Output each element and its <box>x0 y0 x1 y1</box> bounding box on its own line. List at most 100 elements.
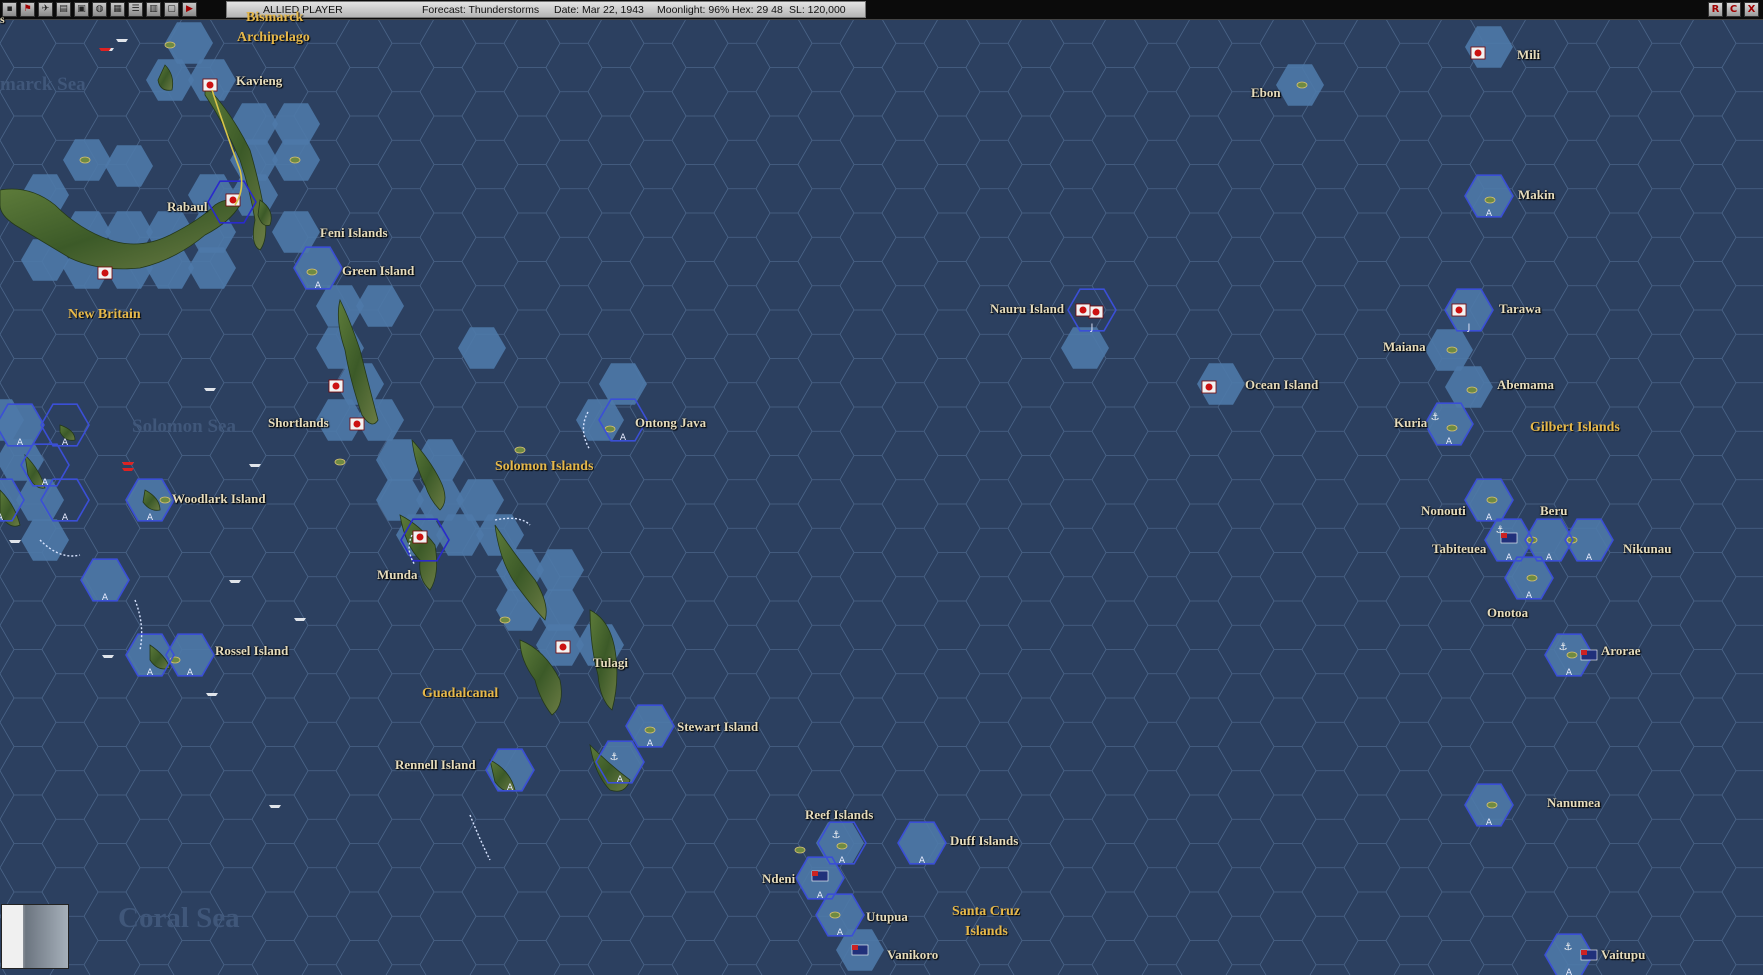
place-reef-islands[interactable]: Reef Islands <box>805 807 873 823</box>
sea-label-coral: Coral Sea <box>118 902 240 934</box>
hex-marker-label: A <box>1486 513 1493 523</box>
place-woodlark-island[interactable]: Woodlark Island <box>172 491 266 507</box>
ship-icon[interactable]: ⚑ <box>20 2 35 17</box>
ship-unit-icon[interactable] <box>204 388 216 391</box>
place-feni-islands[interactable]: Feni Islands <box>320 225 388 241</box>
place-vaitupu[interactable]: Vaitupu <box>1601 947 1645 963</box>
place-ocean-island[interactable]: Ocean Island <box>1245 377 1318 393</box>
restore-button[interactable]: R <box>1708 2 1723 17</box>
place-munda[interactable]: Munda <box>377 567 417 583</box>
place-mili[interactable]: Mili <box>1517 47 1540 63</box>
place-ebon[interactable]: Ebon <box>1251 85 1281 101</box>
japanese-base-marker[interactable] <box>328 379 344 393</box>
status-info-bar: ALLIED PLAYER Forecast: Thunderstorms Da… <box>226 1 866 18</box>
window-icon[interactable]: ▢ <box>164 2 179 17</box>
ship-unit-icon[interactable] <box>116 39 128 42</box>
place-makin[interactable]: Makin <box>1518 187 1555 203</box>
center-button[interactable]: C <box>1726 2 1741 17</box>
place-green-island[interactable]: Green Island <box>342 263 414 279</box>
globe-icon[interactable]: ◍ <box>92 2 107 17</box>
place-nanumea[interactable]: Nanumea <box>1547 795 1600 811</box>
moonlight-label: Moonlight: 96% <box>657 4 730 16</box>
close-button[interactable]: X <box>1744 2 1759 17</box>
anchor-icon: ⚓ <box>1431 412 1440 423</box>
place-rabaul[interactable]: Rabaul <box>167 199 207 215</box>
ship-unit-icon[interactable] <box>249 464 261 467</box>
region-label-guadalcanal: Guadalcanal <box>422 686 499 701</box>
region-label-santa-cruz: Santa Cruz <box>952 904 1021 919</box>
region-label-bismarck: Bismarck <box>246 10 304 25</box>
ship-unit-icon[interactable] <box>122 468 134 471</box>
list-icon[interactable]: ☰ <box>128 2 143 17</box>
japanese-base-marker[interactable] <box>1088 305 1104 319</box>
hex-marker-label: A <box>1486 818 1493 828</box>
place-beru[interactable]: Beru <box>1540 503 1567 519</box>
hex-marker-label: A <box>647 739 654 749</box>
end-turn-icon[interactable]: ▶ <box>182 2 197 17</box>
japanese-base-marker[interactable] <box>349 417 365 431</box>
ship-unit-icon[interactable] <box>9 540 21 543</box>
place-ontong-java[interactable]: Ontong Java <box>635 415 706 431</box>
ship-unit-icon[interactable] <box>229 580 241 583</box>
place-stewart-island[interactable]: Stewart Island <box>677 719 758 735</box>
place-tarawa[interactable]: Tarawa <box>1499 301 1541 317</box>
place-abemama[interactable]: Abemama <box>1497 377 1554 393</box>
place-utupua[interactable]: Utupua <box>866 909 908 925</box>
toolbar-icons: ▪ ⚑ ✈ ▤ ▣ ◍ ▦ ☰ ▥ ▢ ▶ <box>2 2 197 17</box>
allied-unit-marker[interactable] <box>811 870 829 882</box>
japanese-base-marker[interactable] <box>1451 303 1467 317</box>
anchor-icon: ⚓ <box>1564 942 1573 953</box>
strategic-hex-map[interactable]: AAAAAAAAAAAAAAAAAAAAAAAAAAAAJJ ⚓⚓⚓⚓⚓⚓ <box>0 0 1763 975</box>
sea-label-bismarck: marck Sea <box>0 74 86 95</box>
place-duff-islands[interactable]: Duff Islands <box>950 833 1018 849</box>
japanese-base-marker[interactable] <box>1470 46 1486 60</box>
japanese-base-marker[interactable] <box>202 78 218 92</box>
hex-marker-label: A <box>1526 591 1533 601</box>
place-arorae[interactable]: Arorae <box>1601 643 1640 659</box>
region-label-new-britain: New Britain <box>68 307 141 322</box>
ship-unit-icon[interactable] <box>206 693 218 696</box>
place-tabiteuea[interactable]: Tabiteuea <box>1432 541 1486 557</box>
place-kavieng[interactable]: Kavieng <box>236 73 282 89</box>
hex-marker-label: A <box>102 593 109 603</box>
plane-icon[interactable]: ✈ <box>38 2 53 17</box>
place-kuria[interactable]: Kuria <box>1394 415 1427 431</box>
place-nonouti[interactable]: Nonouti <box>1421 503 1466 519</box>
base-icon[interactable]: ▣ <box>74 2 89 17</box>
allied-unit-marker[interactable] <box>1580 949 1598 961</box>
place-nikunau[interactable]: Nikunau <box>1623 541 1671 557</box>
forecast-label: Forecast: Thunderstorms <box>422 4 540 16</box>
ship-unit-icon[interactable] <box>122 462 134 465</box>
place-maiana[interactable]: Maiana <box>1383 339 1426 355</box>
place-onotoa[interactable]: Onotoa <box>1487 605 1528 621</box>
allied-unit-marker[interactable] <box>1580 649 1598 661</box>
place-rossel-island[interactable]: Rossel Island <box>215 643 288 659</box>
settings-icon[interactable]: ▥ <box>146 2 161 17</box>
place-shortlands[interactable]: Shortlands <box>268 415 329 431</box>
ship-unit-icon[interactable] <box>269 805 281 808</box>
japanese-base-marker[interactable] <box>1075 303 1091 317</box>
place-ndeni[interactable]: Ndeni <box>762 871 795 887</box>
report-icon[interactable]: ▦ <box>110 2 125 17</box>
factory-icon[interactable]: ▤ <box>56 2 71 17</box>
ship-unit-icon[interactable] <box>102 655 114 658</box>
place-nauru-island[interactable]: Nauru Island <box>990 301 1064 317</box>
hex-marker-label: A <box>617 775 624 785</box>
ship-unit-icon[interactable] <box>294 618 306 621</box>
japanese-base-marker[interactable] <box>555 640 571 654</box>
minimap-panel[interactable] <box>1 904 69 969</box>
japanese-base-marker[interactable] <box>97 266 113 280</box>
place-tulagi[interactable]: Tulagi <box>593 655 628 671</box>
hex-marker-label: A <box>1446 437 1453 447</box>
date-label: Date: Mar 22, 1943 <box>554 4 644 16</box>
place-vanikoro[interactable]: Vanikoro <box>887 947 938 963</box>
ship-unit-icon[interactable] <box>99 48 111 51</box>
japanese-base-marker[interactable] <box>412 530 428 544</box>
place-rennell-island[interactable]: Rennell Island <box>395 757 476 773</box>
hex-marker-label: A <box>1566 668 1573 678</box>
hex-marker-label: J <box>1467 323 1471 333</box>
hex-marker-label: A <box>1566 968 1573 975</box>
hex-marker-label: A <box>42 478 49 488</box>
allied-unit-marker[interactable] <box>851 944 869 956</box>
japanese-base-marker[interactable] <box>1201 380 1217 394</box>
